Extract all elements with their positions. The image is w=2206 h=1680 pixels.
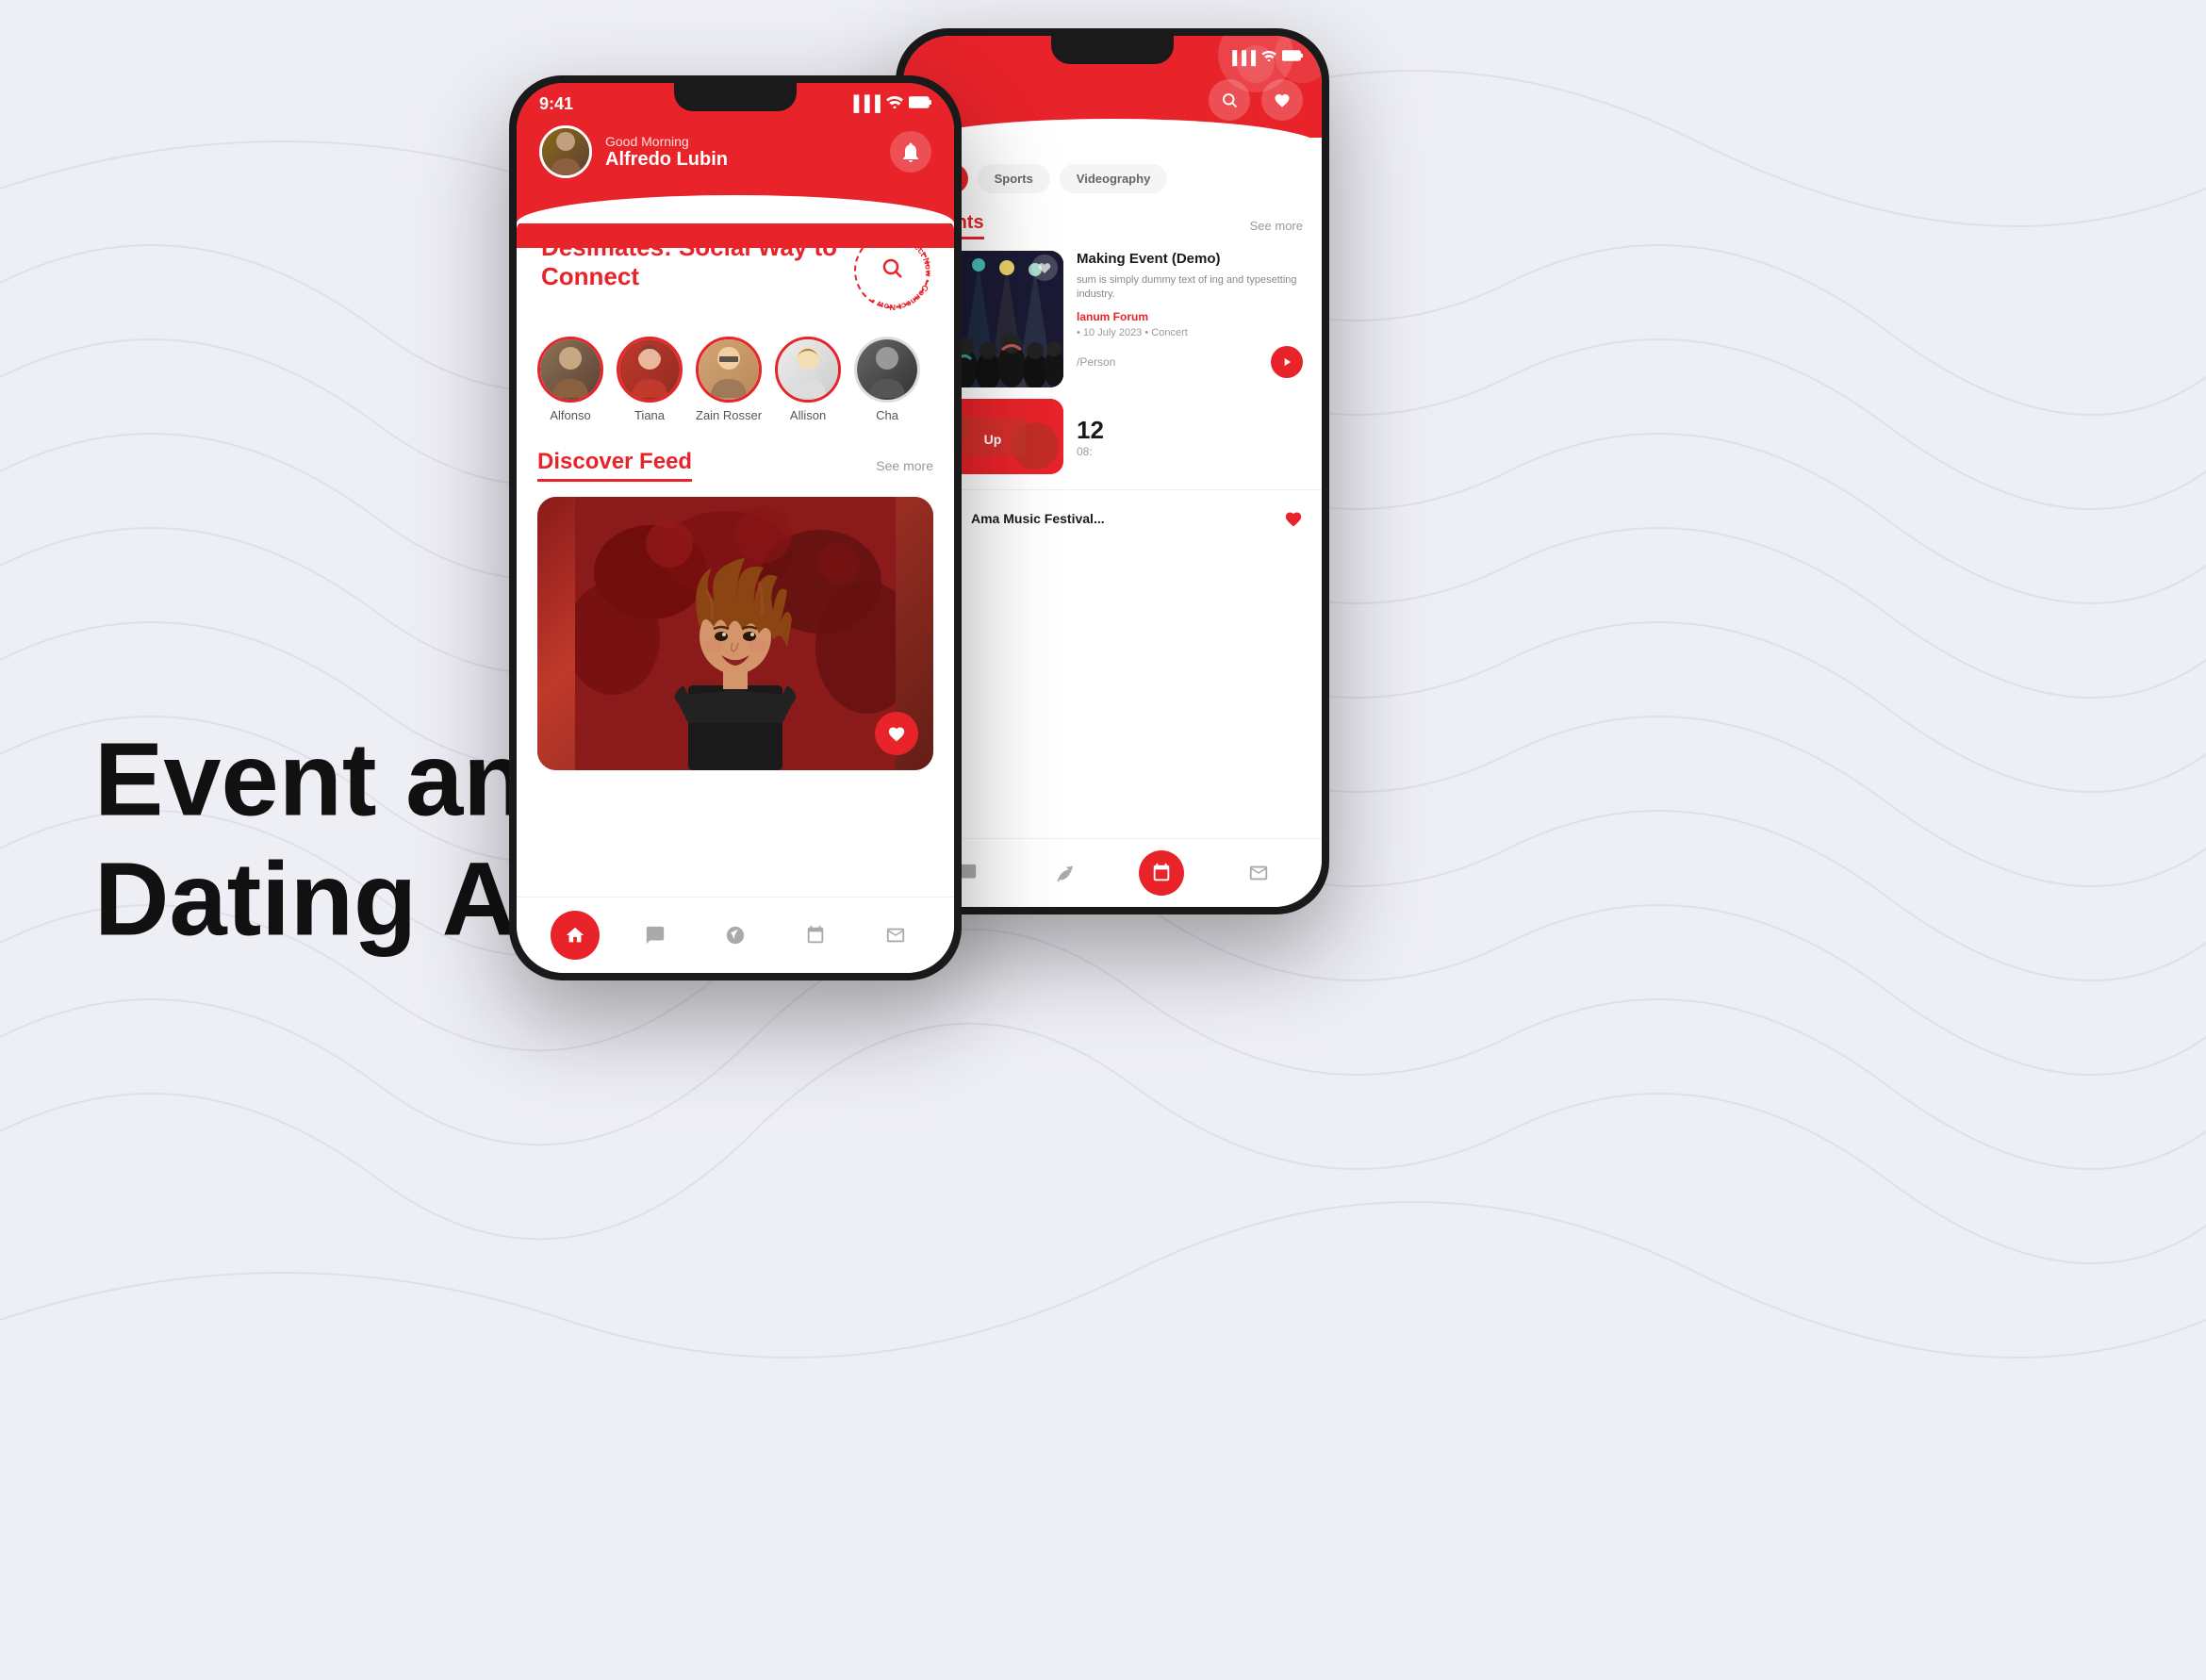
event-card-1[interactable]: Making Event (Demo) sum is simply dummy … xyxy=(922,251,1303,387)
events-header-row: Events See more xyxy=(922,212,1303,239)
deco-circle-3 xyxy=(1237,45,1275,83)
nav-home[interactable] xyxy=(551,911,600,960)
user-name-text: Alfredo Lubin xyxy=(605,149,728,171)
avatar-inner xyxy=(542,128,589,175)
discover-see-more[interactable]: See more xyxy=(876,458,933,473)
event-2-time: 08: xyxy=(1077,445,1104,458)
event-meta-1: • 10 July 2023 • Concert xyxy=(1077,327,1303,338)
user-avatar xyxy=(539,125,592,178)
connect-now-badge[interactable]: Connect Now • Connect Now • xyxy=(854,233,930,308)
phone2-wave xyxy=(903,119,1322,138)
feed-image-card[interactable] xyxy=(537,497,933,770)
person-avatar-zain xyxy=(696,337,762,403)
bottom-event-heart[interactable] xyxy=(1284,510,1303,527)
person-name-allison: Allison xyxy=(790,408,826,422)
bottom-event-name: Ama Music Festival... xyxy=(971,511,1273,526)
person-avatar-allison xyxy=(775,337,841,403)
person-name-cha: Cha xyxy=(876,408,898,422)
event-2-info: 12 08: xyxy=(1077,399,1303,474)
person-item[interactable]: Allison xyxy=(775,337,841,422)
user-left: Good Morning Alfredo Lubin xyxy=(539,125,728,178)
person-name-zain: Zain Rosser xyxy=(696,408,762,422)
event-arrow-btn[interactable] xyxy=(1271,346,1303,378)
phone2-bottom-nav xyxy=(903,838,1322,907)
event-price-row: /Person xyxy=(1077,346,1303,378)
status-time: 9:41 xyxy=(539,94,573,114)
feed-image-inner xyxy=(537,497,933,770)
discover-feed-section: Discover Feed See more xyxy=(537,449,933,770)
event-name-1: Making Event (Demo) xyxy=(1077,251,1303,268)
phone2-nav-leaf[interactable] xyxy=(1042,850,1087,896)
user-text: Good Morning Alfredo Lubin xyxy=(605,134,728,171)
events-see-more[interactable]: See more xyxy=(1250,219,1303,233)
phone2-nav-message[interactable] xyxy=(1236,850,1281,896)
feed-heart-button[interactable] xyxy=(875,712,918,755)
person-name-alfonso: Alfonso xyxy=(550,408,590,422)
person-item[interactable]: Tiana xyxy=(617,337,683,422)
discover-feed-header: Discover Feed See more xyxy=(537,449,933,482)
bottom-event-row[interactable]: Ama Music Festival... xyxy=(903,489,1322,547)
event-card-2[interactable]: Up 12 08: xyxy=(922,399,1303,474)
svg-text:Up: Up xyxy=(984,432,1002,447)
nav-compass[interactable] xyxy=(711,911,760,960)
person-avatar-cha xyxy=(854,337,920,403)
phone1-screen: 9:41 ▐▐▐ xyxy=(517,83,954,973)
nav-message[interactable] xyxy=(871,911,920,960)
person-name-tiana: Tiana xyxy=(634,408,665,422)
pill-videography[interactable]: Videography xyxy=(1060,164,1168,193)
person-avatar-alfonso xyxy=(537,337,603,403)
bottom-nav xyxy=(517,897,954,973)
event-details-1: Making Event (Demo) sum is simply dummy … xyxy=(1077,251,1303,387)
phone1-body: 9:41 ▐▐▐ xyxy=(509,75,962,980)
greeting-text: Good Morning xyxy=(605,134,728,149)
category-pills-row: All Sports Videography xyxy=(903,138,1322,203)
event-2-price: 12 xyxy=(1077,416,1104,445)
status-icons: ▐▐▐ xyxy=(848,95,931,113)
person-item[interactable]: Zain Rosser xyxy=(696,337,762,422)
wifi-icon xyxy=(886,95,903,113)
nav-chat[interactable] xyxy=(631,911,680,960)
phone-notch xyxy=(674,83,797,111)
phone2-notch xyxy=(1051,36,1174,64)
search-icon-center xyxy=(881,256,903,285)
person-item[interactable]: Cha xyxy=(854,337,920,422)
event-price: /Person xyxy=(1077,355,1115,369)
phone-content-area: Desimates: Social Way to Connect Connect… xyxy=(517,223,954,770)
phone2-screen: ▐▐▐ s xyxy=(903,36,1322,907)
person-avatar-tiana xyxy=(617,337,683,403)
nav-calendar[interactable] xyxy=(791,911,840,960)
signal-icon: ▐▐▐ xyxy=(848,96,881,113)
notification-bell[interactable] xyxy=(890,131,931,173)
phone2-nav-calendar-active[interactable] xyxy=(1139,850,1184,896)
pill-sports[interactable]: Sports xyxy=(978,164,1050,193)
discover-feed-title: Discover Feed xyxy=(537,449,692,482)
event-location-1: lanum Forum xyxy=(1077,310,1303,323)
people-row: Alfonso Tiana xyxy=(537,337,933,422)
battery-icon xyxy=(909,96,931,113)
phone1-container: 9:41 ▐▐▐ xyxy=(509,75,962,980)
person-item[interactable]: Alfonso xyxy=(537,337,603,422)
user-info-row: Good Morning Alfredo Lubin xyxy=(517,118,954,193)
events-section: Events See more xyxy=(903,203,1322,489)
event-desc-1: sum is simply dummy text of ing and type… xyxy=(1077,273,1303,303)
